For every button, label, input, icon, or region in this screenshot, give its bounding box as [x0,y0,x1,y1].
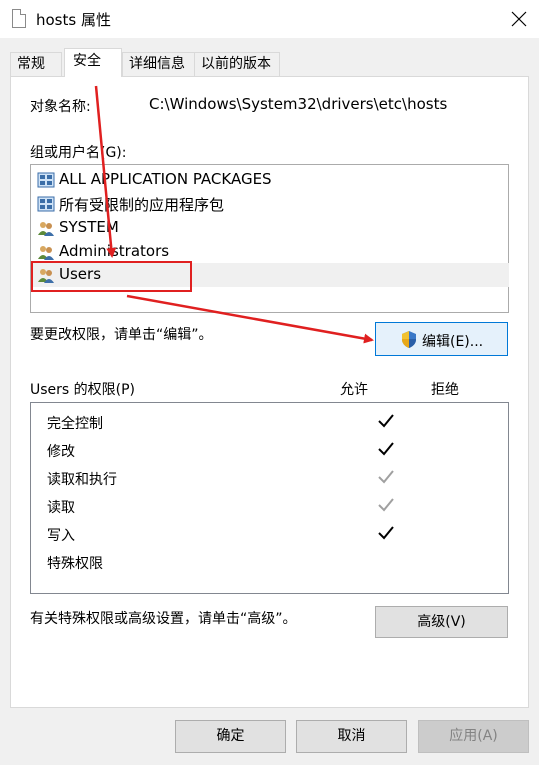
group-name: ALL APPLICATION PACKAGES [59,170,272,188]
allow-header: 允许 [340,382,368,398]
close-button[interactable] [499,0,539,38]
cancel-button[interactable]: 取消 [296,720,407,753]
package-icon [37,172,55,188]
users-icon [38,222,54,236]
check-icon-grayed [378,498,394,512]
advanced-hint: 有关特殊权限或高级设置，请单击“高级”。 [30,611,297,627]
change-hint: 要更改权限，请单击“编辑”。 [30,327,213,343]
permissions-list: 完全控制 修改 读取和执行 读取 写入 特殊权限 [30,402,509,594]
check-icon-grayed [378,470,394,484]
object-path: C:\Windows\System32\drivers\etc\hosts [149,95,448,113]
permission-name: 完全控制 [47,416,103,432]
window-title: hosts 属性 [36,11,111,29]
tab-general[interactable]: 常规 [10,52,62,76]
list-item[interactable]: ALL APPLICATION PACKAGES [32,168,509,192]
uac-shield-icon [402,331,416,348]
apply-button[interactable]: 应用(A) [418,720,529,753]
permissions-label: Users 的权限(P) [30,382,136,398]
permission-name: 读取和执行 [47,472,117,488]
tab-previous-versions[interactable]: 以前的版本 [194,52,280,76]
group-name: 所有受限制的应用程序包 [59,196,225,214]
check-icon [378,414,394,428]
groups-label: 组或用户名(G): [30,145,127,161]
group-name: SYSTEM [59,218,119,236]
permission-name: 特殊权限 [47,556,103,572]
permission-name: 写入 [47,528,75,544]
check-icon [378,442,394,456]
tab-security[interactable]: 安全 [64,48,122,77]
edit-button[interactable]: 编辑(E)... [375,322,508,356]
list-item[interactable]: SYSTEM [32,216,509,240]
check-icon [378,526,394,540]
close-icon [511,11,527,27]
annotation-highlight-box [31,261,192,292]
permission-name: 读取 [47,500,75,516]
package-icon [37,196,55,212]
ok-button[interactable]: 确定 [175,720,286,753]
list-item[interactable]: 所有受限制的应用程序包 [32,192,509,216]
tab-details[interactable]: 详细信息 [122,52,196,76]
advanced-button[interactable]: 高级(V) [375,606,508,638]
object-name-label: 对象名称: [30,99,91,115]
title-bar: hosts 属性 [0,0,539,38]
deny-header: 拒绝 [431,382,459,398]
users-icon [38,246,54,260]
edit-button-label: 编辑(E)... [422,334,484,350]
permission-name: 修改 [47,444,75,460]
group-name: Administrators [59,242,170,260]
document-icon [12,9,26,28]
